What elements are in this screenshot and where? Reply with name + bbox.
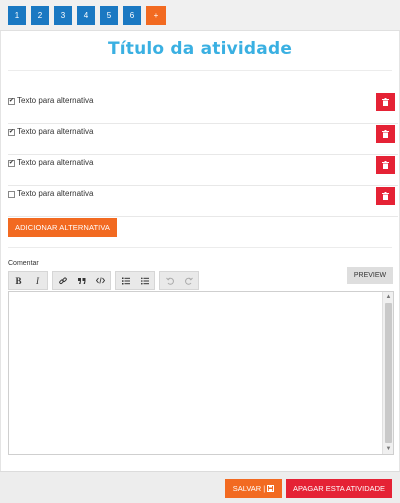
delete-activity-button[interactable]: APAGAR ESTA ATIVIDADE: [286, 479, 392, 498]
ordered-list-button[interactable]: [116, 272, 135, 289]
link-button[interactable]: [53, 272, 72, 289]
italic-button[interactable]: I: [28, 272, 47, 289]
add-page-button[interactable]: +: [146, 6, 166, 25]
alternative-text[interactable]: Texto para alternativa: [17, 158, 94, 167]
delete-alternative-button[interactable]: [376, 156, 395, 174]
format-group: B I: [8, 271, 48, 290]
scrollbar-thumb[interactable]: [385, 303, 392, 443]
alternative-row: ✔ Texto para alternativa: [8, 93, 398, 124]
comment-editor[interactable]: ▲ ▼: [8, 291, 394, 455]
comment-label: Comentar: [8, 260, 39, 267]
undo-icon: [165, 277, 174, 285]
activity-title[interactable]: Título da atividade: [0, 39, 400, 59]
bullet-list-button[interactable]: [135, 272, 154, 289]
alternative-text[interactable]: Texto para alternativa: [17, 189, 94, 198]
page-button-5[interactable]: 5: [100, 6, 118, 25]
redo-icon: [184, 277, 193, 285]
question-pager: 1 2 3 4 5 6 +: [0, 0, 400, 31]
delete-alternative-button[interactable]: [376, 187, 395, 205]
preview-button[interactable]: PREVIEW: [347, 267, 393, 284]
alternative-checkbox[interactable]: ✔: [8, 98, 15, 105]
alternative-row: ✔ Texto para alternativa: [8, 155, 398, 186]
section-divider: [8, 247, 392, 248]
trash-icon: [382, 192, 389, 200]
list-group: [115, 271, 155, 290]
code-button[interactable]: [91, 272, 110, 289]
page-button-2[interactable]: 2: [31, 6, 49, 25]
history-group: [159, 271, 199, 290]
checkmark-icon: ✔: [9, 160, 15, 166]
alternative-row: ✔ Texto para alternativa: [8, 124, 398, 155]
editor-scrollbar[interactable]: ▲ ▼: [382, 292, 393, 454]
scroll-up-icon[interactable]: ▲: [383, 292, 394, 302]
alternative-row: Texto para alternativa: [8, 186, 398, 217]
code-icon: [96, 277, 105, 284]
redo-button[interactable]: [179, 272, 198, 289]
scroll-down-icon[interactable]: ▼: [383, 444, 394, 454]
page-button-1[interactable]: 1: [8, 6, 26, 25]
quote-icon: [77, 277, 85, 284]
alternative-text[interactable]: Texto para alternativa: [17, 127, 94, 136]
trash-icon: [382, 98, 389, 106]
trash-icon: [382, 161, 389, 169]
add-alternative-button[interactable]: ADICIONAR ALTERNATIVA: [8, 218, 117, 237]
row-divider: [8, 216, 398, 217]
action-footer: SALVAR | APAGAR ESTA ATIVIDADE: [0, 471, 400, 503]
alternative-checkbox[interactable]: ✔: [8, 160, 15, 167]
page-button-4[interactable]: 4: [77, 6, 95, 25]
save-button[interactable]: SALVAR |: [225, 479, 282, 498]
quote-button[interactable]: [72, 272, 91, 289]
bold-button[interactable]: B: [9, 272, 28, 289]
checkmark-icon: ✔: [9, 98, 15, 104]
save-icon: [267, 485, 275, 492]
title-divider: [8, 70, 392, 71]
undo-button[interactable]: [160, 272, 179, 289]
page-button-6[interactable]: 6: [123, 6, 141, 25]
bullet-list-icon: [140, 277, 149, 284]
checkmark-icon: ✔: [9, 129, 15, 135]
delete-alternative-button[interactable]: [376, 125, 395, 143]
alternative-text[interactable]: Texto para alternativa: [17, 96, 94, 105]
trash-icon: [382, 130, 389, 138]
editor-toolbar: B I: [8, 271, 206, 290]
save-button-label: SALVAR |: [232, 484, 266, 493]
ordered-list-icon: [121, 277, 130, 284]
delete-alternative-button[interactable]: [376, 93, 395, 111]
alternative-checkbox[interactable]: [8, 191, 15, 198]
alternative-checkbox[interactable]: ✔: [8, 129, 15, 136]
insert-group: [52, 271, 111, 290]
link-icon: [58, 276, 67, 284]
page-button-3[interactable]: 3: [54, 6, 72, 25]
